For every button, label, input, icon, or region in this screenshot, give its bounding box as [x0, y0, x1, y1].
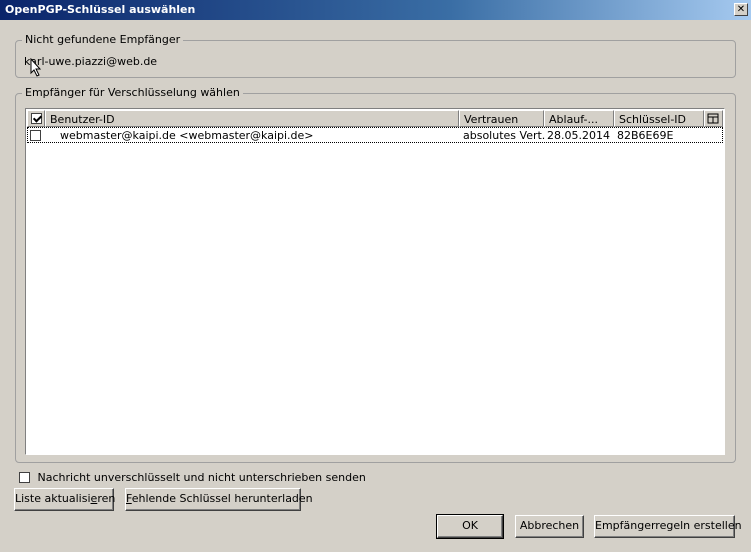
column-header-trust[interactable]: Vertrauen	[459, 110, 544, 127]
send-unencrypted-checkbox[interactable]	[19, 472, 30, 483]
close-icon: ✕	[736, 4, 746, 15]
recipients-table[interactable]: Benutzer-ID Vertrauen Ablauf-... Schlüss…	[25, 108, 725, 455]
missing-recipients-group: Nicht gefundene Empfänger karl-uwe.piazz…	[15, 33, 736, 78]
mouse-cursor-icon	[30, 58, 42, 77]
create-recipient-rules-button[interactable]: Empfängerregeln erstellen	[594, 515, 742, 538]
column-header-trust-label: Vertrauen	[464, 113, 519, 126]
send-unencrypted-label: Nachricht unverschlüsselt und nicht unte…	[37, 471, 366, 484]
select-all-checkbox[interactable]	[31, 113, 42, 124]
refresh-list-label-pre: Liste aktualisi	[15, 492, 91, 505]
cancel-button-label: Abbrechen	[519, 519, 580, 532]
column-header-user-id-label: Benutzer-ID	[50, 113, 115, 126]
ok-button-label: OK	[462, 519, 478, 532]
close-button[interactable]: ✕	[734, 3, 748, 16]
row-expiry: 28.05.2014	[547, 129, 610, 142]
table-row[interactable]: webmaster@kaipi.de <webmaster@kaipi.de> …	[27, 127, 723, 143]
refresh-list-label-post: ren	[97, 492, 116, 505]
column-header-expiry-label: Ablauf-...	[549, 113, 599, 126]
download-missing-keys-label: ehlende Schlüssel herunterladen	[131, 492, 313, 505]
row-user-id: webmaster@kaipi.de <webmaster@kaipi.de>	[60, 129, 314, 142]
row-checkbox[interactable]	[30, 130, 41, 141]
title-bar: OpenPGP-Schlüssel auswählen ✕	[0, 0, 751, 20]
header-select-all[interactable]	[27, 110, 45, 127]
row-trust: absolutes Vert...	[463, 129, 545, 142]
column-picker-button[interactable]	[704, 110, 723, 127]
send-unencrypted-option[interactable]: Nachricht unverschlüsselt und nicht unte…	[19, 471, 366, 484]
missing-recipient-address: karl-uwe.piazzi@web.de	[24, 55, 158, 68]
cancel-button[interactable]: Abbrechen	[515, 515, 584, 538]
recipients-legend: Empfänger für Verschlüsselung wählen	[22, 86, 243, 99]
column-header-key-id-label: Schlüssel-ID	[619, 113, 686, 126]
column-header-key-id[interactable]: Schlüssel-ID	[614, 110, 704, 127]
create-recipient-rules-label: Empfängerregeln erstellen	[595, 519, 742, 532]
column-header-user-id[interactable]: Benutzer-ID	[45, 110, 459, 127]
column-header-expiry[interactable]: Ablauf-...	[544, 110, 614, 127]
download-missing-keys-button[interactable]: Fehlende Schlüssel herunterladen	[125, 488, 313, 511]
ok-button[interactable]: OK	[436, 514, 504, 539]
window-title: OpenPGP-Schlüssel auswählen	[5, 3, 196, 16]
missing-recipients-legend: Nicht gefundene Empfänger	[22, 33, 184, 46]
column-picker-icon	[707, 113, 719, 124]
refresh-list-button[interactable]: Liste aktualisieren	[14, 488, 116, 511]
row-key-id: 82B6E69E	[617, 129, 674, 142]
